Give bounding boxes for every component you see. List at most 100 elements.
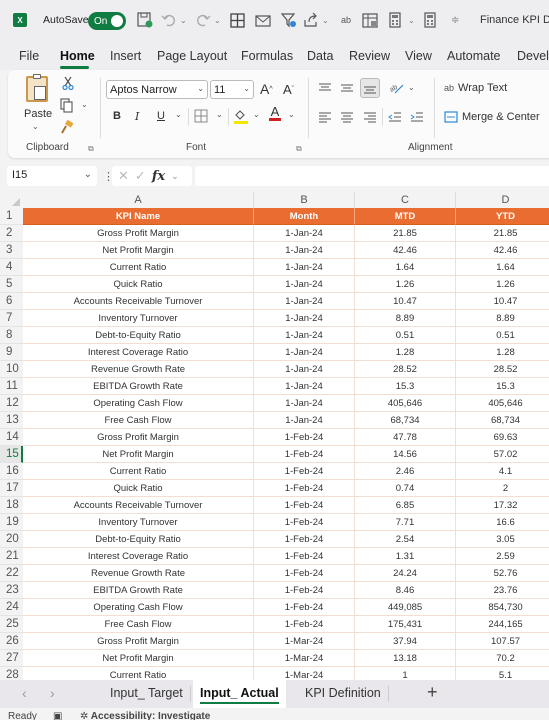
row-number[interactable]: 12 <box>0 395 23 412</box>
row-number[interactable]: 11 <box>0 378 23 395</box>
cell-mtd[interactable]: 47.78 <box>355 429 456 446</box>
menu-file[interactable]: File <box>19 49 39 63</box>
cell-kpi-name[interactable]: Accounts Receivable Turnover <box>23 497 254 514</box>
cell-mtd[interactable]: 13.18 <box>355 650 456 667</box>
cell-ytd[interactable]: 4.1 <box>456 463 549 480</box>
cancel-icon[interactable]: ✕ <box>118 168 129 184</box>
share-dropdown-icon[interactable]: ⌄ <box>322 11 329 29</box>
row-number[interactable]: 20 <box>0 531 23 548</box>
cell-ytd[interactable]: 8.89 <box>456 310 549 327</box>
cell-mtd[interactable]: 1.28 <box>355 344 456 361</box>
cell-ytd[interactable]: 17.32 <box>456 497 549 514</box>
cell-mtd[interactable]: 10.47 <box>355 293 456 310</box>
cell-month[interactable]: 1-Feb-24 <box>254 599 355 616</box>
align-bottom-button[interactable] <box>360 78 380 98</box>
header-ytd[interactable]: YTD <box>456 208 549 225</box>
borders-dropdown-icon[interactable]: ⌄ <box>216 110 223 119</box>
cell-month[interactable]: 1-Jan-24 <box>254 276 355 293</box>
column-header-c[interactable]: C <box>355 192 456 208</box>
row-number[interactable]: 10 <box>0 361 23 378</box>
cell-kpi-name[interactable]: EBITDA Growth Rate <box>23 378 254 395</box>
cell-ytd[interactable]: 10.47 <box>456 293 549 310</box>
cell-mtd[interactable]: 6.85 <box>355 497 456 514</box>
enter-icon[interactable]: ✓ <box>135 168 146 184</box>
spelling-icon[interactable]: ab <box>341 11 351 29</box>
cell-month[interactable]: 1-Feb-24 <box>254 548 355 565</box>
cell-ytd[interactable]: 68,734 <box>456 412 549 429</box>
wrap-text-button[interactable]: ab Wrap Text <box>444 82 507 94</box>
cell-month[interactable]: 1-Feb-24 <box>254 531 355 548</box>
autosave-toggle[interactable]: On <box>88 12 126 30</box>
underline-button[interactable]: U <box>157 110 165 122</box>
column-header-d[interactable]: D <box>456 192 549 208</box>
cell-ytd[interactable]: 42.46 <box>456 242 549 259</box>
cell-month[interactable]: 1-Jan-24 <box>254 378 355 395</box>
cell-kpi-name[interactable]: Operating Cash Flow <box>23 599 254 616</box>
cell-mtd[interactable]: 8.46 <box>355 582 456 599</box>
cell-mtd[interactable]: 1.64 <box>355 259 456 276</box>
orientation-dropdown-icon[interactable]: ⌄ <box>408 83 415 92</box>
cell-month[interactable]: 1-Feb-24 <box>254 480 355 497</box>
cell-ytd[interactable]: 21.85 <box>456 225 549 242</box>
cell-kpi-name[interactable]: Accounts Receivable Turnover <box>23 293 254 310</box>
cell-kpi-name[interactable]: Inventory Turnover <box>23 514 254 531</box>
cell-kpi-name[interactable]: Quick Ratio <box>23 276 254 293</box>
menu-home[interactable]: Home <box>60 49 95 63</box>
row-number[interactable]: 5 <box>0 276 23 293</box>
row-number[interactable]: 16 <box>0 463 23 480</box>
cell-ytd[interactable]: 2.59 <box>456 548 549 565</box>
cell-month[interactable]: 1-Feb-24 <box>254 429 355 446</box>
clipboard-launcher-icon[interactable]: ⧉ <box>88 144 94 154</box>
cell-mtd[interactable]: 14.56 <box>355 446 456 463</box>
cell-kpi-name[interactable]: Inventory Turnover <box>23 310 254 327</box>
cell-kpi-name[interactable]: Current Ratio <box>23 463 254 480</box>
column-header-b[interactable]: B <box>254 192 355 208</box>
cell-month[interactable]: 1-Feb-24 <box>254 497 355 514</box>
grow-font-button[interactable]: A ^ <box>260 81 273 97</box>
cell-ytd[interactable]: 3.05 <box>456 531 549 548</box>
add-sheet-button[interactable]: + <box>427 682 438 703</box>
tab-input-actual[interactable]: Input_ Actual <box>193 680 286 708</box>
cell-kpi-name[interactable]: EBITDA Growth Rate <box>23 582 254 599</box>
row-number[interactable]: 21 <box>0 548 23 565</box>
cell-month[interactable]: 1-Mar-24 <box>254 667 355 680</box>
select-all-button[interactable] <box>0 192 23 208</box>
copy-icon[interactable] <box>60 98 74 113</box>
cell-kpi-name[interactable]: Quick Ratio <box>23 480 254 497</box>
row-number[interactable]: 23 <box>0 582 23 599</box>
cell-month[interactable]: 1-Jan-24 <box>254 361 355 378</box>
filter-icon[interactable] <box>281 11 297 29</box>
font-launcher-icon[interactable]: ⧉ <box>296 144 302 154</box>
cut-icon[interactable] <box>62 76 74 90</box>
cell-mtd[interactable]: 42.46 <box>355 242 456 259</box>
email-icon[interactable] <box>255 11 271 29</box>
orientation-icon[interactable]: ab <box>389 81 405 95</box>
cell-ytd[interactable]: 28.52 <box>456 361 549 378</box>
cell-mtd[interactable]: 0.74 <box>355 480 456 497</box>
name-box[interactable]: I15 ⌄ <box>7 166 97 186</box>
cell-kpi-name[interactable]: Free Cash Flow <box>23 412 254 429</box>
cell-kpi-name[interactable]: Net Profit Margin <box>23 650 254 667</box>
row-number[interactable]: 13 <box>0 412 23 429</box>
cell-kpi-name[interactable]: Net Profit Margin <box>23 242 254 259</box>
cell-kpi-name[interactable]: Revenue Growth Rate <box>23 565 254 582</box>
calculator-icon[interactable] <box>389 11 401 29</box>
cell-mtd[interactable]: 15.3 <box>355 378 456 395</box>
cell-kpi-name[interactable]: Current Ratio <box>23 259 254 276</box>
format-painter-icon[interactable] <box>60 120 74 134</box>
undo-icon[interactable] <box>161 11 177 29</box>
cell-kpi-name[interactable]: Gross Profit Margin <box>23 429 254 446</box>
font-color-button[interactable]: A <box>269 105 281 121</box>
cell-month[interactable]: 1-Jan-24 <box>254 412 355 429</box>
cell-month[interactable]: 1-Mar-24 <box>254 650 355 667</box>
cell-kpi-name[interactable]: Debt-to-Equity Ratio <box>23 531 254 548</box>
customize-icon[interactable]: ≑ <box>451 11 459 29</box>
paste-dropdown-icon[interactable]: ⌄ <box>32 122 39 131</box>
cell-mtd[interactable]: 21.85 <box>355 225 456 242</box>
cell-kpi-name[interactable]: Gross Profit Margin <box>23 633 254 650</box>
tab-scroll-right-icon[interactable]: › <box>50 685 55 701</box>
macro-recording-icon[interactable]: ▣ <box>53 711 62 720</box>
shrink-font-button[interactable]: Aˇ <box>283 82 294 97</box>
align-right-icon[interactable] <box>363 111 377 123</box>
row-number[interactable]: 22 <box>0 565 23 582</box>
